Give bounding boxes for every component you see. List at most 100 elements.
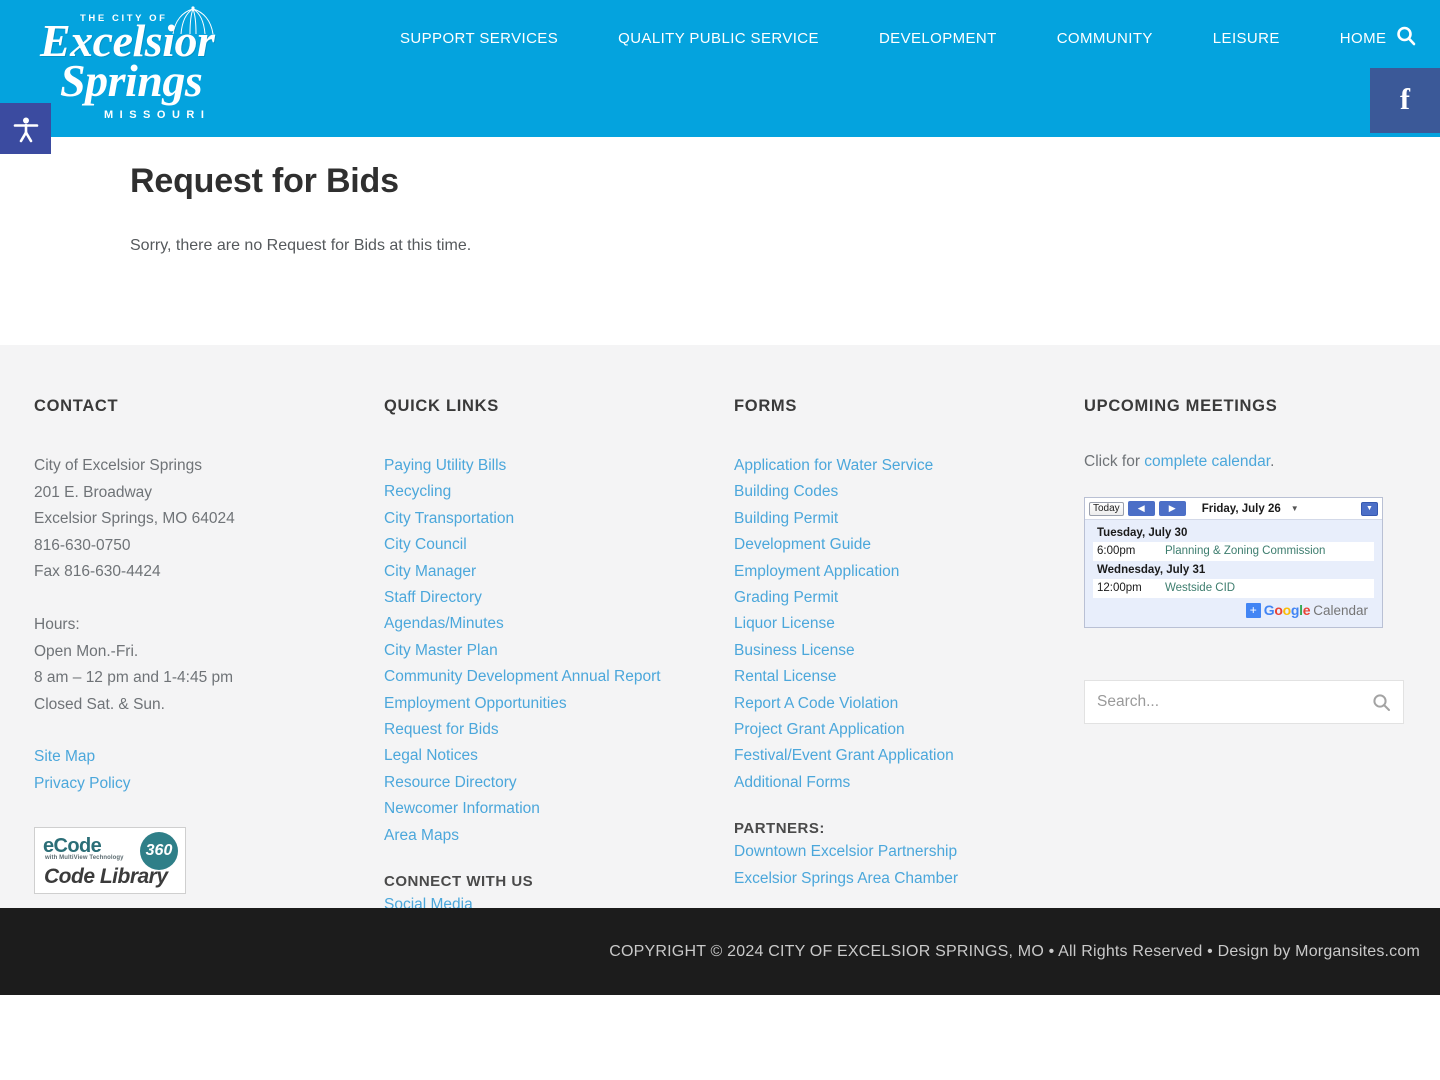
contact-phone: 816-630-0750 (34, 536, 131, 554)
hours-label: Hours: (34, 615, 80, 633)
quick-link-city-transportation[interactable]: City Transportation (384, 506, 734, 532)
footer-columns: CONTACT City of Excelsior Springs 201 E.… (0, 397, 1440, 919)
chevron-down-icon[interactable]: ▼ (1291, 504, 1299, 513)
footer-heading-upcoming-meetings: UPCOMING MEETINGS (1084, 397, 1278, 415)
primary-navigation: SUPPORT SERVICES QUALITY PUBLIC SERVICE … (386, 30, 1416, 47)
contact-fax: Fax 816-630-4424 (34, 563, 161, 581)
form-link-business-license[interactable]: Business License (734, 638, 1084, 664)
footer-heading-partners: PARTNERS: (734, 820, 825, 838)
plus-icon: + (1245, 602, 1261, 618)
page-empty-message: Sorry, there are no Request for Bids at … (130, 237, 472, 254)
form-link-grading-permit[interactable]: Grading Permit (734, 585, 1084, 611)
calendar-next-button[interactable]: ▶ (1158, 501, 1186, 516)
chevron-right-icon: ▶ (1168, 503, 1176, 513)
form-link-festival-event-grant-application[interactable]: Festival/Event Grant Application (734, 743, 1084, 769)
footer-link-site-map[interactable]: Site Map (34, 744, 384, 770)
nav-item-quality-public-service[interactable]: QUALITY PUBLIC SERVICE (588, 30, 849, 47)
footer-search-box[interactable] (1084, 680, 1404, 724)
footer-heading-forms: FORMS (734, 397, 798, 415)
copyright-bar: COPYRIGHT © 2024 CITY OF EXCELSIOR SPRIN… (0, 908, 1440, 995)
quick-link-newcomer-information[interactable]: Newcomer Information (384, 796, 734, 822)
logo-line-springs: Springs (60, 55, 203, 106)
hours-line: Open Mon.-Fri. (34, 642, 139, 660)
header-search-button[interactable] (1390, 20, 1422, 52)
calendar-agenda-list: Tuesday, July 30 6:00pm Planning & Zonin… (1085, 520, 1382, 627)
event-title: Planning & Zoning Commission (1165, 545, 1326, 557)
form-link-rental-license[interactable]: Rental License (734, 664, 1084, 690)
search-icon[interactable] (1372, 693, 1391, 712)
form-link-report-a-code-violation[interactable]: Report A Code Violation (734, 691, 1084, 717)
quick-link-staff-directory[interactable]: Staff Directory (384, 585, 734, 611)
complete-calendar-link[interactable]: complete calendar (1144, 453, 1270, 470)
footer-column-upcoming-meetings: UPCOMING MEETINGS Click for complete cal… (1084, 397, 1424, 919)
site-logo[interactable]: THE CITY OF Excelsior Springs MISSOURI (22, 6, 222, 134)
footer-heading-quick-links: QUICK LINKS (384, 397, 499, 415)
chevron-left-icon: ◀ (1137, 503, 1145, 513)
quick-link-employment-opportunities[interactable]: Employment Opportunities (384, 691, 734, 717)
google-calendar-word: Calendar (1313, 602, 1368, 618)
form-link-project-grant-application[interactable]: Project Grant Application (734, 717, 1084, 743)
form-link-development-guide[interactable]: Development Guide (734, 532, 1084, 558)
footer-link-privacy-policy[interactable]: Privacy Policy (34, 771, 384, 797)
contact-line: 201 E. Broadway (34, 483, 153, 501)
nav-item-leisure[interactable]: LEISURE (1183, 30, 1310, 47)
form-link-building-permit[interactable]: Building Permit (734, 506, 1084, 532)
quick-link-city-master-plan[interactable]: City Master Plan (384, 638, 734, 664)
quick-link-recycling[interactable]: Recycling (384, 479, 734, 505)
accessibility-person-icon (13, 117, 38, 142)
footer-column-forms: FORMS Application for Water Service Buil… (734, 397, 1084, 919)
page-title: Request for Bids (130, 162, 399, 200)
quick-link-area-maps[interactable]: Area Maps (384, 823, 734, 849)
quick-link-city-council[interactable]: City Council (384, 532, 734, 558)
google-calendar-widget[interactable]: Today ◀ ▶ Friday, July 26 ▼ ▼ Tuesday, J… (1084, 497, 1383, 628)
chevron-down-icon: ▼ (1366, 505, 1373, 512)
google-letter-g: G (1263, 602, 1275, 618)
form-link-application-for-water-service[interactable]: Application for Water Service (734, 453, 1084, 479)
contact-line: Excelsior Springs, MO 64024 (34, 510, 235, 528)
facebook-icon: f (1400, 82, 1410, 116)
ecode360-code-library-badge[interactable]: eCode 360 with MultiView Technology Code… (34, 827, 186, 895)
quick-link-community-development-annual-report[interactable]: Community Development Annual Report (384, 664, 734, 690)
facebook-button[interactable]: f (1370, 68, 1440, 133)
nav-item-community[interactable]: COMMUNITY (1027, 30, 1183, 47)
form-link-employment-application[interactable]: Employment Application (734, 559, 1084, 585)
footer-column-quick-links: QUICK LINKS Paying Utility Bills Recycli… (384, 397, 734, 919)
calendar-intro-text: Click for complete calendar. (1084, 453, 1424, 471)
calendar-today-button[interactable]: Today (1089, 501, 1124, 516)
form-link-liquor-license[interactable]: Liquor License (734, 611, 1084, 637)
quick-link-request-for-bids[interactable]: Request for Bids (384, 717, 734, 743)
calendar-view-selector[interactable]: ▼ (1361, 501, 1378, 516)
search-icon (1397, 26, 1416, 46)
calendar-current-date: Friday, July 26 (1201, 502, 1281, 515)
ecode-tagline: with MultiView Technology (45, 855, 124, 862)
quick-link-city-manager[interactable]: City Manager (384, 559, 734, 585)
calendar-toolbar: Today ◀ ▶ Friday, July 26 ▼ ▼ (1085, 498, 1382, 520)
quick-link-legal-notices[interactable]: Legal Notices (384, 743, 734, 769)
calendar-prev-button[interactable]: ◀ (1127, 501, 1155, 516)
copyright-text: COPYRIGHT © 2024 CITY OF EXCELSIOR SPRIN… (609, 942, 1420, 960)
partner-link-excelsior-springs-area-chamber[interactable]: Excelsior Springs Area Chamber (734, 866, 1084, 892)
nav-item-development[interactable]: DEVELOPMENT (849, 30, 1027, 47)
site-header: THE CITY OF Excelsior Springs MISSOURI S… (0, 0, 1440, 154)
google-letter-g2: g (1290, 602, 1300, 618)
event-time: 6:00pm (1097, 545, 1136, 557)
calendar-day-header: Wednesday, July 31 (1097, 564, 1206, 576)
calendar-event-row[interactable]: 12:00pm Westside CID (1093, 579, 1374, 598)
accessibility-toolbar-button[interactable] (0, 103, 51, 154)
partner-link-downtown-excelsior-partnership[interactable]: Downtown Excelsior Partnership (734, 839, 1084, 865)
form-link-additional-forms[interactable]: Additional Forms (734, 770, 1084, 796)
ecode-code-library-text: Code Library (44, 865, 168, 889)
form-link-building-codes[interactable]: Building Codes (734, 479, 1084, 505)
quick-link-agendas-minutes[interactable]: Agendas/Minutes (384, 611, 734, 637)
search-input[interactable] (1097, 693, 1372, 711)
quick-link-paying-utility-bills[interactable]: Paying Utility Bills (384, 453, 734, 479)
add-to-google-calendar-button[interactable]: + Google Calendar (1093, 598, 1374, 623)
nav-item-support-services[interactable]: SUPPORT SERVICES (386, 30, 588, 47)
event-title: Westside CID (1165, 582, 1236, 594)
quick-link-resource-directory[interactable]: Resource Directory (384, 770, 734, 796)
calendar-event-row[interactable]: 6:00pm Planning & Zoning Commission (1093, 542, 1374, 561)
google-letter-o2: o (1282, 602, 1292, 618)
site-footer: CONTACT City of Excelsior Springs 201 E.… (0, 345, 1440, 995)
